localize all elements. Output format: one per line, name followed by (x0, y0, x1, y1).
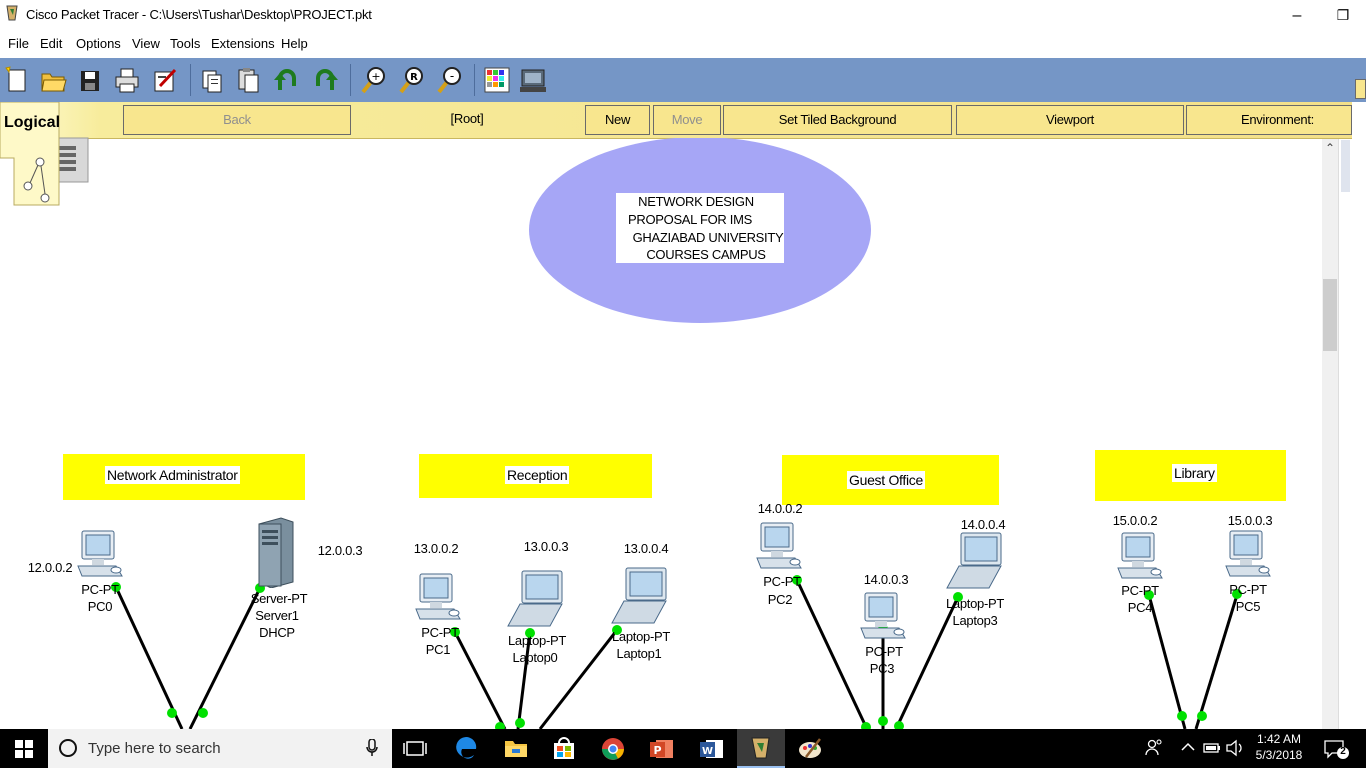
laptop3-name-label: Laptop3 (952, 613, 998, 628)
clock-date: 5/3/2018 (1255, 748, 1303, 762)
edge-icon[interactable] (443, 729, 491, 768)
pc3-desktop-icon[interactable] (859, 592, 907, 644)
server1-role-label: DHCP (259, 625, 295, 640)
window-edge (1352, 31, 1366, 771)
laptop3-model-label: Laptop-PT (945, 596, 1004, 611)
link-port (515, 718, 525, 728)
pc4-ip-label: 15.0.0.2 (1112, 513, 1158, 528)
link-port (1177, 711, 1187, 721)
link-port (198, 708, 208, 718)
link-port (878, 716, 888, 726)
right-panel-edge (1338, 139, 1353, 729)
laptop1-model-label: Laptop-PT (611, 629, 670, 644)
packet-tracer-icon (751, 737, 770, 759)
right-panel-scroll-thumb[interactable] (1341, 140, 1350, 192)
pc1-name-label: PC1 (425, 642, 451, 657)
link-port (894, 721, 904, 729)
taskbar-search-box[interactable]: Type here to search (48, 729, 392, 768)
laptop3-ip-label: 14.0.0.4 (960, 517, 1006, 532)
microphone-icon[interactable] (366, 739, 378, 757)
task-view-icon[interactable] (392, 729, 440, 768)
pc3-ip-label: 14.0.0.3 (863, 572, 909, 587)
pc4-desktop-icon[interactable] (1116, 532, 1164, 584)
powerpoint-icon[interactable]: P (638, 729, 686, 768)
vertical-scrollbar[interactable] (1322, 139, 1338, 729)
chrome-icon[interactable] (589, 729, 637, 768)
svg-text:W: W (702, 746, 713, 757)
pc3-model-label: PC-PT (865, 644, 903, 659)
pc0-desktop-icon[interactable] (76, 530, 124, 582)
laptop0-model-label: Laptop-PT (507, 633, 566, 648)
scroll-up-arrow-icon[interactable]: ⌃ (1322, 141, 1338, 159)
laptop0-name-label: Laptop0 (512, 650, 558, 665)
notification-count: 2 (1340, 746, 1346, 757)
pc2-model-label: PC-PT (763, 574, 801, 589)
laptop0-ip-label: 13.0.0.3 (523, 539, 569, 554)
laptop1-name-label: Laptop1 (616, 646, 662, 661)
server1-ip-label: 12.0.0.3 (317, 543, 363, 558)
file-explorer-icon[interactable] (492, 729, 540, 768)
laptop0-laptop-icon[interactable] (506, 570, 566, 632)
pc4-name-label: PC4 (1127, 600, 1153, 615)
laptop1-laptop-icon[interactable] (610, 567, 670, 629)
paint-icon[interactable] (786, 729, 834, 768)
pc2-ip-label: 14.0.0.2 (757, 501, 803, 516)
maximize-button[interactable]: ❐ (1320, 0, 1366, 31)
search-icon (59, 739, 77, 757)
pc2-desktop-icon[interactable] (755, 522, 803, 574)
server1-server-icon[interactable] (253, 516, 295, 588)
link-pc5 (1194, 594, 1239, 729)
link-port (861, 722, 871, 729)
pc0-model-label: PC-PT (81, 582, 119, 597)
right-panel-tab[interactable] (1355, 79, 1366, 99)
pc5-ip-label: 15.0.0.3 (1227, 513, 1273, 528)
pc2-name-label: PC2 (767, 592, 793, 607)
server1-model-label: Server-PT (250, 591, 308, 606)
pc1-desktop-icon[interactable] (414, 573, 462, 625)
laptop3-laptop-icon[interactable] (945, 532, 1005, 594)
pc1-model-label: PC-PT (421, 625, 459, 640)
search-placeholder: Type here to search (88, 740, 221, 757)
pc5-name-label: PC5 (1235, 599, 1261, 614)
svg-text:P: P (653, 744, 661, 757)
pc5-desktop-icon[interactable] (1224, 530, 1272, 582)
people-icon[interactable] (1145, 738, 1163, 758)
pc0-name-label: PC0 (87, 599, 113, 614)
link-port (1197, 711, 1207, 721)
chevron-up-icon[interactable] (1181, 742, 1195, 752)
windows-start-icon[interactable] (15, 740, 33, 758)
pc5-model-label: PC-PT (1229, 582, 1267, 597)
vertical-scrollbar-thumb[interactable] (1323, 279, 1337, 351)
clock-time: 1:42 AM (1256, 732, 1302, 746)
laptop1-ip-label: 13.0.0.4 (623, 541, 669, 556)
store-icon[interactable] (540, 729, 588, 768)
server1-name-label: Server1 (255, 608, 299, 623)
pc4-model-label: PC-PT (1121, 583, 1159, 598)
word-icon[interactable]: W (688, 729, 736, 768)
volume-icon[interactable] (1225, 739, 1245, 757)
pc0-ip-label: 12.0.0.2 (27, 560, 73, 575)
pc3-name-label: PC3 (869, 661, 895, 676)
link-port (167, 708, 177, 718)
battery-icon[interactable] (1203, 740, 1221, 756)
taskbar-clock[interactable]: 1:42 AM 5/3/2018 (1250, 731, 1308, 763)
taskbar-active-app[interactable] (737, 729, 785, 768)
pc1-ip-label: 13.0.0.2 (413, 541, 459, 556)
